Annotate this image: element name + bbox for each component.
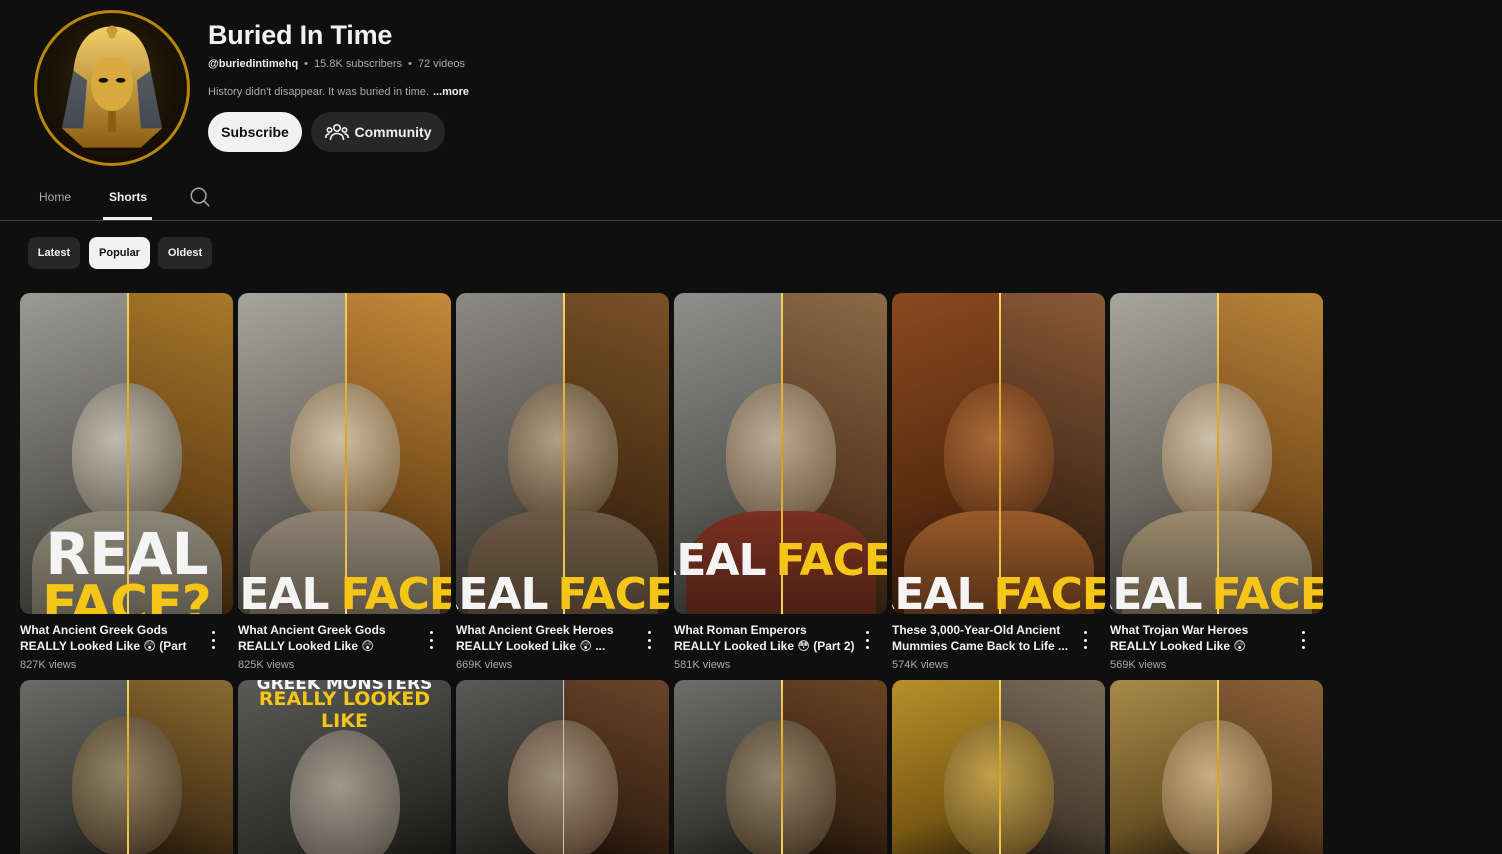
short-card[interactable]	[674, 680, 887, 854]
short-title[interactable]: What Roman Emperors REALLY Looked Like 😳…	[674, 622, 856, 654]
chip-popular[interactable]: Popular	[89, 237, 150, 269]
community-button[interactable]: Community	[311, 112, 445, 152]
view-count: 669K views	[456, 659, 513, 671]
more-vertical-icon[interactable]	[1297, 631, 1309, 649]
thumbnail-caption: REAL	[674, 535, 767, 586]
thumbnail-caption: FACE?	[775, 535, 887, 586]
short-title[interactable]: What Trojan War Heroes REALLY Looked Lik…	[1110, 622, 1292, 654]
thumbnail-banner: REALLY LOOKED LIKE	[258, 688, 431, 732]
more-vertical-icon[interactable]	[861, 631, 873, 649]
chip-latest[interactable]: Latest	[28, 237, 80, 269]
short-card[interactable]: REAL FACE? These 3,000-Year-Old Ancient …	[892, 293, 1105, 671]
short-thumbnail[interactable]	[20, 680, 233, 854]
short-thumbnail[interactable]: REAL FACE?	[456, 293, 669, 614]
thumbnail-caption: FACE?	[557, 569, 669, 615]
channel-handle: @buriedintimehq	[208, 58, 299, 70]
more-vertical-icon[interactable]	[1079, 631, 1091, 649]
view-count: 825K views	[238, 659, 295, 671]
channel-avatar[interactable]	[34, 10, 190, 166]
active-tab-indicator	[103, 217, 152, 220]
view-count: 581K views	[674, 659, 731, 671]
short-thumbnail[interactable]: REAL FACE?	[1110, 293, 1323, 614]
more-link[interactable]: ...more	[433, 86, 469, 98]
video-count: 72 videos	[417, 58, 466, 70]
short-card[interactable]: REAL FACE? What Ancient Greek Gods REALL…	[238, 293, 451, 671]
thumbnail-caption: REAL	[238, 569, 330, 615]
community-label: Community	[354, 124, 432, 140]
short-thumbnail[interactable]	[674, 680, 887, 854]
short-card[interactable]: REAL FACE? What Trojan War Heroes REALLY…	[1110, 293, 1323, 671]
thumbnail-caption: REAL	[456, 569, 549, 615]
short-thumbnail[interactable]: REAL FACE?	[674, 293, 887, 614]
subscriber-count: 15.8K subscribers	[314, 58, 403, 70]
short-card[interactable]: REAL FACE? What Roman Emperors REALLY Lo…	[674, 293, 887, 671]
channel-name: Buried In Time	[208, 20, 393, 50]
short-thumbnail[interactable]: REAL FACE?	[20, 293, 233, 614]
short-thumbnail[interactable]	[456, 680, 669, 854]
tab-home[interactable]: Home	[39, 190, 71, 204]
short-thumbnail[interactable]: GREEK MONSTERS REALLY LOOKED LIKE	[238, 680, 451, 854]
subscribe-button[interactable]: Subscribe	[208, 112, 302, 152]
search-icon[interactable]	[189, 186, 211, 208]
view-count: 569K views	[1110, 659, 1167, 671]
pharaoh-mask-icon	[62, 25, 162, 148]
short-thumbnail[interactable]: REAL FACE?	[892, 293, 1105, 614]
more-vertical-icon[interactable]	[425, 631, 437, 649]
short-card[interactable]: REAL FACE? What Ancient Greek Gods REALL…	[20, 293, 233, 671]
short-title[interactable]: What Ancient Greek Gods REALLY Looked Li…	[238, 622, 420, 654]
short-title[interactable]: What Ancient Greek Gods REALLY Looked Li…	[20, 622, 202, 654]
channel-meta: @buriedintimehq • 15.8K subscribers • 72…	[208, 58, 465, 70]
thumbnail-caption: FACE?	[340, 569, 451, 615]
tab-shorts[interactable]: Shorts	[109, 190, 147, 204]
more-vertical-icon[interactable]	[643, 631, 655, 649]
short-title[interactable]: These 3,000-Year-Old Ancient Mummies Cam…	[892, 622, 1074, 654]
short-thumbnail[interactable]	[1110, 680, 1323, 854]
thumbnail-caption: FACE?	[993, 569, 1105, 615]
channel-description[interactable]: History didn't disappear. It was buried …	[208, 86, 469, 98]
chip-oldest[interactable]: Oldest	[158, 237, 212, 269]
thumbnail-caption: REAL	[892, 569, 985, 615]
view-count: 574K views	[892, 659, 949, 671]
short-card[interactable]	[892, 680, 1105, 854]
short-thumbnail[interactable]: REAL FACE?	[238, 293, 451, 614]
short-thumbnail[interactable]	[892, 680, 1105, 854]
separator-dot: •	[304, 58, 309, 70]
more-vertical-icon[interactable]	[207, 631, 219, 649]
description-text: History didn't disappear. It was buried …	[208, 86, 429, 98]
short-title[interactable]: What Ancient Greek Heroes REALLY Looked …	[456, 622, 638, 654]
view-count: 827K views	[20, 659, 77, 671]
short-card[interactable]	[456, 680, 669, 854]
thumbnail-caption: FACE?	[42, 575, 212, 614]
people-icon	[324, 123, 349, 141]
thumbnail-caption: FACE?	[1211, 569, 1323, 615]
channel-tabs: Home Shorts	[0, 176, 1502, 221]
short-card[interactable]: GREEK MONSTERS REALLY LOOKED LIKE	[238, 680, 451, 854]
short-card[interactable]: REAL FACE? What Ancient Greek Heroes REA…	[456, 293, 669, 671]
short-card[interactable]	[20, 680, 233, 854]
short-card[interactable]	[1110, 680, 1323, 854]
separator-dot: •	[408, 58, 412, 70]
thumbnail-caption: REAL	[1110, 569, 1203, 615]
